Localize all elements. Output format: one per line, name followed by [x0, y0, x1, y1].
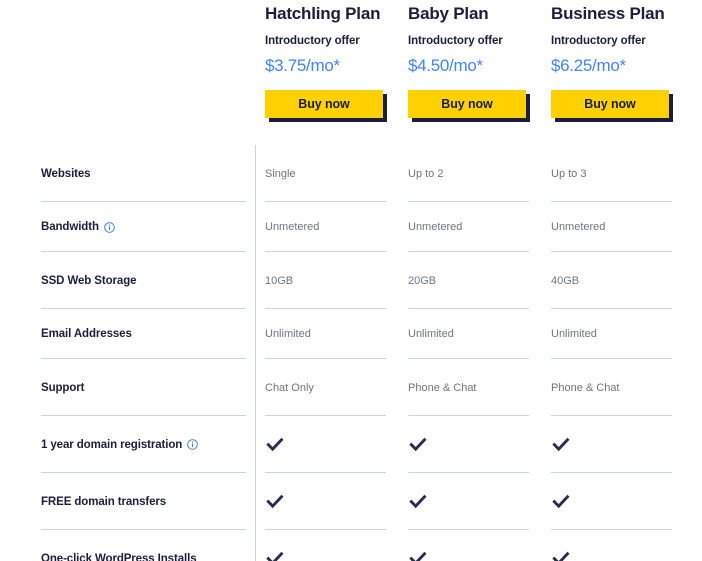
feature-row: Support Chat Only Phone & Chat Phone & Chat — [0, 359, 702, 416]
plan-price: $3.75/mo* — [265, 56, 340, 75]
feature-label: Support — [41, 382, 84, 394]
plan-name: Hatchling Plan — [265, 4, 381, 23]
plan-name: Business Plan — [551, 4, 665, 23]
info-circle-icon[interactable] — [187, 439, 198, 450]
feature-row: FREE domain transfers — [0, 473, 702, 530]
check-icon — [266, 550, 284, 561]
check-icon — [409, 493, 427, 511]
feature-rows: Websites Single Up to 2 Up to 3 Bandwidth Unm… — [0, 145, 702, 561]
buy-now-button[interactable]: Buy now — [265, 90, 383, 118]
feature-label-text: Bandwidth — [41, 221, 99, 233]
feature-value: Up to 2 — [408, 167, 444, 180]
feature-value: Unmetered — [551, 221, 606, 233]
feature-label: Websites — [41, 167, 91, 180]
feature-value: Unmetered — [408, 221, 463, 233]
plan-name: Baby Plan — [408, 4, 489, 23]
plan-offer-label: Introductory offer — [265, 35, 360, 47]
feature-row: Bandwidth Unmetered Unmetered Unmetered — [0, 202, 702, 252]
feature-value: Unlimited — [408, 328, 454, 340]
feature-label-text: FREE domain transfers — [41, 495, 167, 508]
feature-value: Phone & Chat — [551, 381, 620, 394]
plan-card-business: Business Plan Introductory offer $6.25/m… — [551, 0, 696, 122]
plans-header: Hatchling Plan Introductory offer $3.75/… — [0, 0, 702, 145]
feature-row: One-click WordPress Installs — [0, 530, 702, 561]
feature-label-text: Support — [41, 381, 85, 394]
buy-now-wrapper: Buy now — [408, 90, 530, 122]
feature-value: Unlimited — [551, 328, 597, 340]
plan-offer-label: Introductory offer — [551, 35, 646, 47]
feature-value: 10GB — [265, 274, 294, 287]
check-icon — [266, 436, 284, 454]
plan-card-hatchling: Hatchling Plan Introductory offer $3.75/… — [265, 0, 410, 122]
feature-label-text: One-click WordPress Installs — [41, 552, 197, 561]
buy-now-button[interactable]: Buy now — [408, 90, 526, 118]
feature-value: Unlimited — [265, 328, 311, 340]
buy-now-wrapper: Buy now — [265, 90, 387, 122]
feature-label: One-click WordPress Installs — [41, 553, 197, 561]
check-icon — [266, 493, 284, 511]
check-icon — [552, 550, 570, 561]
feature-row: Websites Single Up to 2 Up to 3 — [0, 145, 702, 202]
info-circle-icon[interactable] — [104, 221, 115, 233]
feature-value: Phone & Chat — [408, 381, 477, 394]
feature-label-text: Email Addresses — [41, 328, 132, 340]
feature-value: 20GB — [408, 274, 437, 287]
buy-now-wrapper: Buy now — [551, 90, 673, 122]
feature-label: Email Addresses — [41, 328, 132, 340]
plan-card-baby: Baby Plan Introductory offer $4.50/mo* B… — [408, 0, 553, 122]
plan-price: $6.25/mo* — [551, 56, 626, 75]
feature-label: FREE domain transfers — [41, 496, 166, 508]
plan-offer-label: Introductory offer — [408, 35, 503, 47]
feature-value: Unmetered — [265, 221, 320, 233]
check-icon — [409, 550, 427, 561]
check-icon — [552, 436, 570, 454]
buy-now-button[interactable]: Buy now — [551, 90, 669, 118]
feature-label: Bandwidth — [41, 221, 115, 233]
feature-label: 1 year domain registration — [41, 439, 198, 451]
feature-row: 1 year domain registration — [0, 416, 702, 473]
feature-value: 40GB — [551, 274, 580, 287]
feature-label: SSD Web Storage — [41, 274, 137, 287]
check-icon — [552, 493, 570, 511]
feature-label-text: 1 year domain registration — [41, 438, 183, 451]
feature-value: Up to 3 — [551, 167, 587, 180]
feature-row: SSD Web Storage 10GB 20GB 40GB — [0, 252, 702, 309]
feature-row: Email Addresses Unlimited Unlimited Unlimit… — [0, 309, 702, 359]
feature-label-text: SSD Web Storage — [41, 274, 137, 287]
plan-price: $4.50/mo* — [408, 56, 483, 75]
feature-label-text: Websites — [41, 167, 91, 180]
pricing-comparison-table: Hatchling Plan Introductory offer $3.75/… — [0, 0, 702, 561]
feature-value: Chat Only — [265, 381, 314, 394]
feature-value: Single — [265, 167, 296, 180]
check-icon — [409, 436, 427, 454]
